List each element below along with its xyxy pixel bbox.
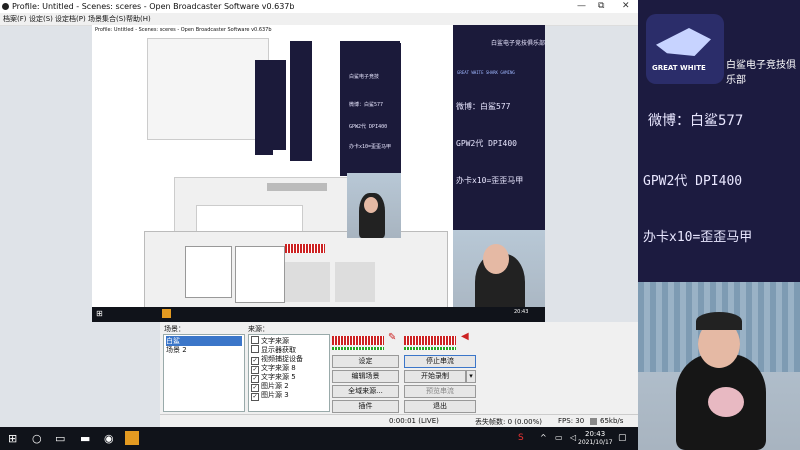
global-sources-button[interactable]: 全域来源... <box>332 385 399 398</box>
tray-chevron-icon[interactable]: ^ <box>540 433 547 442</box>
nested-taskbar: ⊞ 20:43 <box>92 307 545 322</box>
nested-stream-5: 白鲨电子竞技 微博：白鲨577 GPW2代 DPI400 办卡x10=歪歪马甲 <box>347 43 401 238</box>
search-icon[interactable]: ○ <box>32 432 42 445</box>
explorer-icon[interactable]: ▬ <box>80 432 90 445</box>
task-view-icon[interactable]: ▭ <box>55 432 65 445</box>
status-bar: 0:00:01 (LIVE) 丢失帧数: 0 (0.00%) FPS: 30 6… <box>160 414 640 428</box>
menu-scene-collection[interactable]: 场景集合(S) <box>88 14 126 24</box>
desktop-mute-icon[interactable]: ✎ <box>388 332 396 343</box>
edit-scene-button[interactable]: 编辑场景 <box>332 370 399 383</box>
stream-brand: 白鲨电子竞技俱乐部 <box>491 40 545 47</box>
close-button[interactable]: ✕ <box>622 1 630 11</box>
health-indicator <box>590 418 597 425</box>
right-line-weibo: 微博：白鲨577 <box>648 113 744 129</box>
desktop-audio-meter <box>332 336 384 345</box>
app-taskbar-icon[interactable] <box>125 431 139 445</box>
right-line-card: 办卡x10=歪歪马甲 <box>643 230 753 245</box>
sources-label: 来源： <box>248 325 269 333</box>
bitrate-readout: 65kb/s <box>600 417 624 425</box>
nested-tb-3 <box>267 183 327 191</box>
nested-preview-2 <box>147 38 269 140</box>
stream-line-gpw: GPW2代 DPI400 <box>456 139 517 148</box>
shark-logo-icon: GREAT WHITE <box>646 14 724 84</box>
menu-settings[interactable]: 设定(S) <box>29 14 53 24</box>
desktop-volume-slider[interactable] <box>332 347 384 350</box>
dropped-frames: 丢失帧数: 0 (0.00%) <box>475 418 542 426</box>
ime-icon[interactable]: S <box>518 433 524 443</box>
preview-canvas: Profile: Untitled - Scenes: sceres - Ope… <box>92 25 545 323</box>
stream-line-weibo: 微博：白鲨577 <box>456 102 511 111</box>
menu-help[interactable]: 帮助(H) <box>126 14 151 24</box>
volume-icon[interactable]: ◁ <box>570 433 576 442</box>
preview-stream-button[interactable]: 预览串流 <box>404 385 476 398</box>
settings-button[interactable]: 设定 <box>332 355 399 368</box>
minimize-button[interactable]: — <box>577 1 586 11</box>
right-brand: 白鲨电子竞技俱乐部 <box>726 60 796 86</box>
windows-start-icon[interactable]: ⊞ <box>8 432 17 445</box>
plugins-button[interactable]: 插件 <box>332 400 399 413</box>
mic-audio-meter <box>404 336 456 345</box>
fps-readout: FPS: 30 <box>558 417 585 425</box>
stream-time: 0:00:01 (LIVE) <box>389 417 439 425</box>
source-checkbox[interactable] <box>251 336 259 344</box>
webcam-feed <box>638 282 800 450</box>
source-checkbox[interactable] <box>251 345 259 353</box>
notification-icon[interactable]: ▢ <box>618 433 627 443</box>
scenes-label: 场景： <box>164 325 185 333</box>
restore-button[interactable]: ⧉ <box>598 1 604 11</box>
nested-stream-0 <box>270 60 286 150</box>
nested-title: Profile: Untitled - Scenes: sceres - Ope… <box>95 27 272 33</box>
scenes-list[interactable]: 白鲨 场景 2 <box>163 334 245 412</box>
source-item[interactable]: ✓ 图片源 3 <box>251 390 289 401</box>
obs-app-icon <box>2 3 9 10</box>
nested-controls-2 <box>144 231 448 309</box>
obs-taskbar-icon[interactable]: ◉ <box>104 432 114 445</box>
title-bar: Profile: Untitled - Scenes: sceres - Ope… <box>0 0 640 13</box>
mic-volume-slider[interactable] <box>404 347 456 350</box>
stream-logo: GREAT WHITE SHARK GAMING <box>457 70 515 75</box>
sources-list[interactable]: 文字来源 显示器获取 ✓ 视频捕捉设备 ✓ 文字来源 8 ✓ 文字来源 5 ✓ 图片源 … <box>248 334 330 412</box>
stop-stream-button[interactable]: 停止串流 <box>404 355 476 368</box>
menu-profile[interactable]: 设定档(P) <box>55 14 86 24</box>
stream-line-card: 办卡x10=歪歪马甲 <box>456 176 524 185</box>
start-record-button[interactable]: 开始录制 <box>404 370 466 383</box>
clock-date[interactable]: 2021/10/17 <box>578 439 613 446</box>
clock-time[interactable]: 20:43 <box>585 430 605 438</box>
mic-mute-icon[interactable]: ◀ <box>461 331 469 342</box>
right-line-gpw: GPW2代 DPI400 <box>643 174 743 189</box>
taskbar: ⊞ ○ ▭ ▬ ◉ S ^ ▭ ◁ 20:43 2021/10/17 ▢ <box>0 427 640 450</box>
source-checkbox[interactable]: ✓ <box>251 393 259 401</box>
record-dropdown-icon[interactable]: ▾ <box>466 370 476 383</box>
network-icon[interactable]: ▭ <box>555 433 563 442</box>
nested-stream-2 <box>290 41 312 161</box>
exit-button[interactable]: 退出 <box>404 400 476 413</box>
window-title: Profile: Untitled - Scenes: sceres - Ope… <box>12 2 295 11</box>
scene-item-2[interactable]: 场景 2 <box>166 345 187 355</box>
menu-file[interactable]: 档案(F) <box>3 14 27 24</box>
stream-overlay-panel: GREAT WHITE 白鲨电子竞技俱乐部 微博：白鲨577 GPW2代 DPI… <box>638 0 800 450</box>
controls-panel: 场景： 来源： 白鲨 场景 2 文字来源 显示器获取 ✓ 视频捕捉设备 ✓ 文字来源… <box>160 322 640 414</box>
stream-panel: 白鲨电子竞技俱乐部 GREAT WHITE SHARK GAMING 微博：白鲨… <box>453 25 545 323</box>
